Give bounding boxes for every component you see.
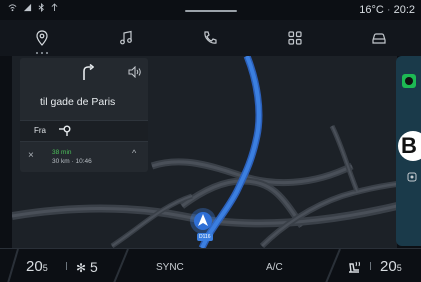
active-tab-indicator	[36, 52, 49, 55]
ac-button[interactable]: A/C	[266, 262, 283, 273]
car-icon	[372, 33, 386, 44]
left-edge-decor	[7, 249, 19, 282]
separator-right	[370, 262, 371, 270]
divider-decor	[113, 249, 129, 282]
nav-tab-music[interactable]	[106, 23, 146, 53]
callout-label: B	[398, 131, 421, 161]
next-maneuver: til gade de Paris	[20, 58, 148, 120]
infotainment-screen: 16°C · 20:2 D116 til gade de Paris Fra ×…	[0, 0, 421, 282]
phone-icon	[204, 31, 218, 44]
fan-speed-control[interactable]: ✻ 5	[76, 259, 98, 275]
nav-tab-vehicle[interactable]	[359, 23, 399, 53]
remaining-time: 38 min	[52, 149, 72, 156]
phone-widget-icon[interactable]	[407, 172, 417, 182]
route-summary: × 38 min 30 km · 10:46 ^	[20, 142, 148, 172]
road-label: D116	[197, 233, 213, 241]
wifi-icon	[8, 3, 17, 15]
status-handle	[185, 10, 237, 12]
status-right: 16°C · 20:2	[359, 4, 415, 16]
from-label: Fra	[34, 126, 46, 135]
nav-tab-apps[interactable]	[275, 23, 315, 53]
fan-icon: ✻	[76, 261, 87, 275]
sync-button[interactable]: SYNC	[156, 262, 184, 273]
nav-tab-navigation[interactable]	[22, 23, 62, 55]
separator	[66, 262, 67, 270]
seat-heating-icon[interactable]	[346, 260, 362, 274]
driver-temperature[interactable]: 205	[26, 258, 48, 275]
top-navigation	[0, 20, 421, 56]
bluetooth-icon	[38, 2, 45, 15]
music-note-icon	[120, 30, 133, 45]
signal-icon	[23, 3, 32, 15]
hands-free-icon	[51, 3, 58, 15]
speaker-icon[interactable]	[128, 66, 142, 78]
outside-temperature: 16°C	[359, 4, 384, 16]
distance-and-arrival: 30 km · 10:46	[52, 158, 92, 165]
status-bar: 16°C · 20:2	[0, 0, 421, 20]
apps-grid-icon	[288, 31, 302, 45]
roundabout-exit-icon	[59, 125, 71, 136]
then-maneuver: Fra	[20, 120, 148, 142]
status-icons	[8, 2, 58, 15]
passenger-temperature[interactable]: 205	[380, 258, 402, 275]
turn-right-icon	[83, 64, 94, 80]
street-name: til gade de Paris	[40, 96, 116, 108]
spotify-icon[interactable]	[402, 74, 416, 88]
status-separator: ·	[386, 4, 394, 16]
map-pin-icon	[36, 30, 48, 46]
navigation-panel: til gade de Paris Fra × 38 min 30 km · 1…	[20, 58, 148, 172]
close-route-button[interactable]: ×	[28, 150, 34, 161]
nav-tab-phone[interactable]	[190, 23, 230, 53]
divider-decor-right	[325, 249, 341, 282]
climate-bar: 205 ✻ 5 SYNC A/C 205	[0, 248, 421, 282]
expand-route-button[interactable]: ^	[132, 148, 136, 158]
clock: 20:2	[393, 4, 415, 16]
